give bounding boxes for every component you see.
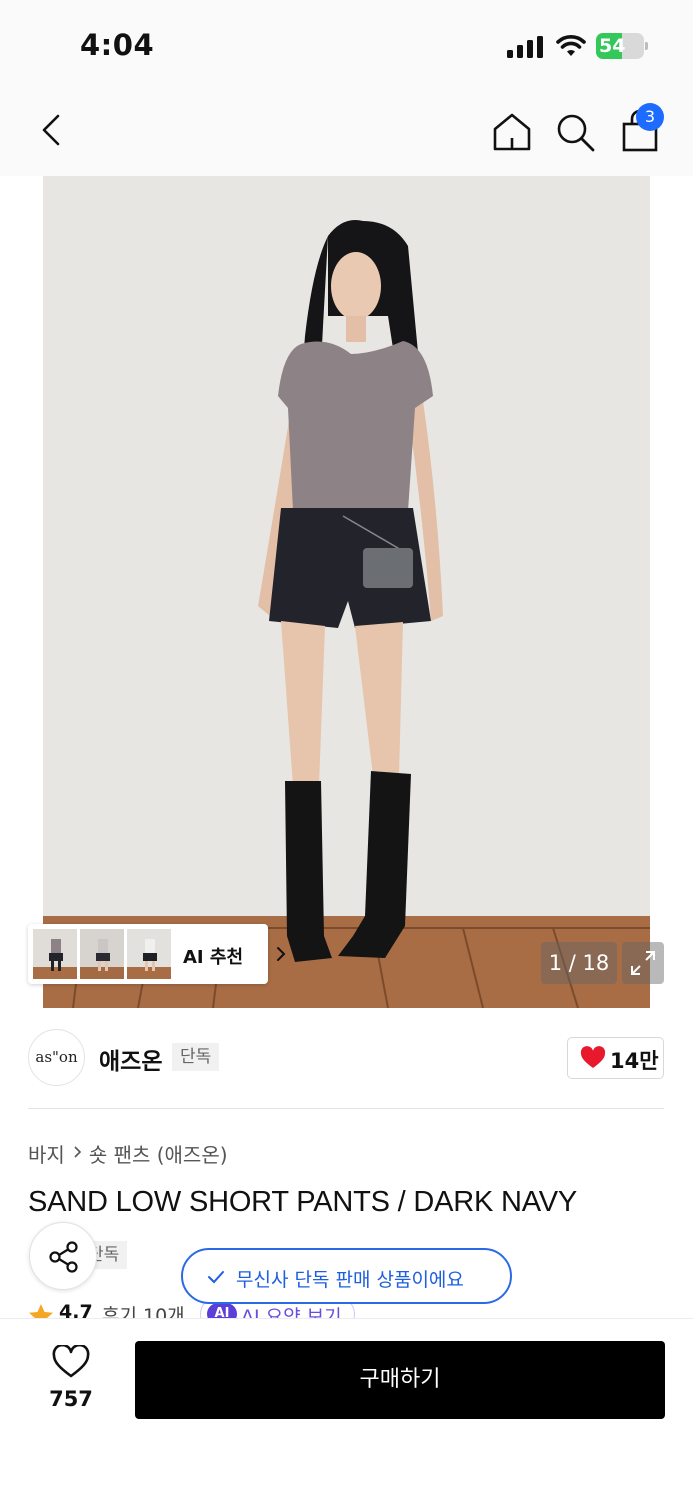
- heart-outline-icon: [52, 1345, 90, 1378]
- model-photo: [43, 176, 650, 1008]
- cellular-signal-icon: [507, 36, 543, 58]
- home-icon[interactable]: [490, 110, 534, 154]
- image-page-counter: 1 / 18: [541, 942, 617, 984]
- chevron-right-icon: [277, 947, 286, 961]
- ai-thumbnail-2[interactable]: [80, 929, 124, 979]
- product-title: SAND LOW SHORT PANTS / DARK NAVY: [28, 1186, 578, 1218]
- top-nav-bar: [0, 92, 693, 176]
- heart-filled-icon: [580, 1046, 606, 1068]
- brand-exclusive-badge: 단독: [172, 1043, 220, 1071]
- ai-thumbnail-3[interactable]: [127, 929, 171, 979]
- brand-logo[interactable]: as"on: [28, 1029, 85, 1086]
- wishlist-count: 757: [49, 1387, 93, 1411]
- brand-like-button[interactable]: 14만: [567, 1037, 664, 1079]
- battery-level: 54: [599, 35, 626, 57]
- back-arrow-icon[interactable]: [32, 110, 72, 150]
- divider: [28, 1108, 664, 1109]
- status-bar: 4:04 54: [0, 0, 693, 92]
- product-image[interactable]: [43, 176, 650, 1008]
- wifi-icon: [556, 35, 586, 56]
- cart-count-badge: 3: [636, 103, 664, 131]
- breadcrumb-child[interactable]: 숏 팬츠 (애즈온): [89, 1139, 228, 1168]
- bottom-action-bar: 757 구매하기: [0, 1318, 693, 1500]
- ai-thumbnail-1[interactable]: [33, 929, 77, 979]
- expand-image-button[interactable]: [622, 942, 664, 984]
- buy-button[interactable]: 구매하기: [135, 1341, 665, 1419]
- brand-like-count: 14만: [610, 1049, 659, 1073]
- check-icon: [208, 1271, 224, 1284]
- wishlist-button[interactable]: 757: [40, 1345, 102, 1431]
- battery-icon: 54: [596, 33, 648, 59]
- status-time: 4:04: [80, 28, 155, 62]
- share-button[interactable]: [29, 1222, 97, 1290]
- breadcrumb: 바지 숏 팬츠 (애즈온): [28, 1139, 228, 1168]
- chevron-right-icon: [74, 1146, 81, 1158]
- brand-name[interactable]: 애즈온: [99, 1042, 162, 1076]
- ai-recommend-card[interactable]: AI 추천: [28, 924, 286, 984]
- expand-icon: [631, 951, 655, 975]
- toast-message: 무신사 단독 판매 상품이에요: [236, 1269, 464, 1291]
- ai-recommend-label: AI 추천: [183, 947, 244, 968]
- breadcrumb-parent[interactable]: 바지: [28, 1139, 65, 1168]
- share-icon: [49, 1241, 78, 1273]
- search-icon[interactable]: [553, 110, 597, 154]
- exclusive-toast: 무신사 단독 판매 상품이에요: [181, 1248, 512, 1304]
